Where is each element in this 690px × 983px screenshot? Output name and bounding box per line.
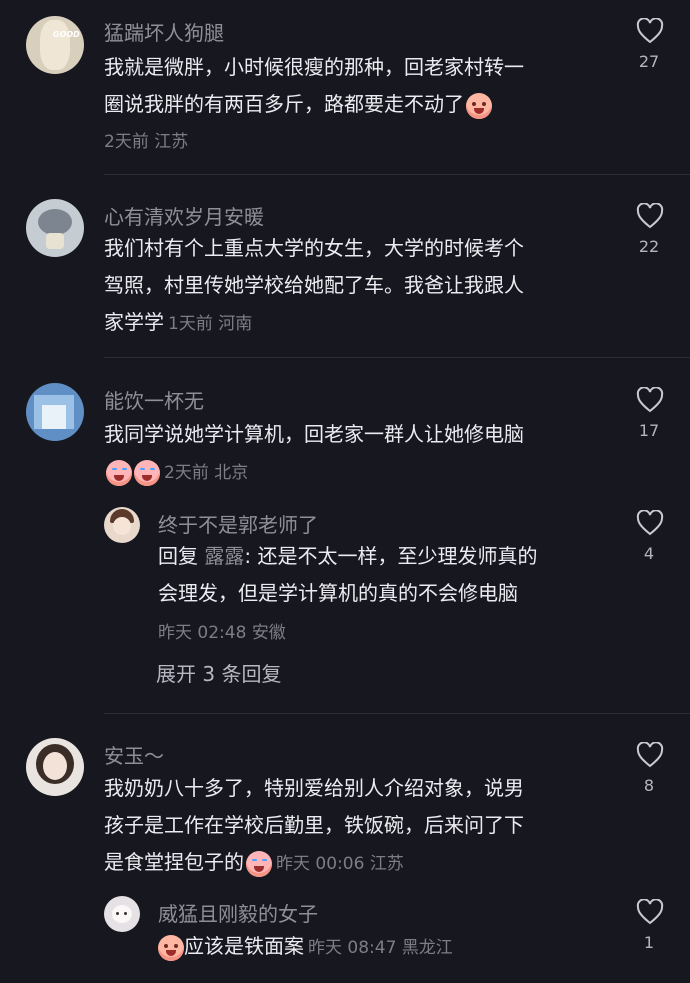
- like-button[interactable]: 8: [636, 742, 664, 795]
- like-button[interactable]: 17: [636, 387, 664, 440]
- divider: [104, 357, 690, 358]
- comment-username[interactable]: 能饮一杯无: [104, 385, 204, 414]
- expand-replies-button[interactable]: 展开 3 条回复: [156, 658, 281, 687]
- heart-outline-icon: [636, 899, 664, 925]
- avatar[interactable]: [104, 507, 140, 543]
- like-count: 22: [638, 237, 660, 256]
- comment-meta: 1天前 河南: [168, 314, 253, 334]
- comment-username[interactable]: 安玉～: [104, 740, 164, 769]
- avatar-badge: GOOD: [53, 30, 80, 39]
- avatar[interactable]: [104, 896, 140, 932]
- like-count: 1: [643, 933, 655, 952]
- reply-text: 应该是铁面案 昨天 08:47 黑龙江: [158, 928, 453, 967]
- emoji-icon: [466, 92, 492, 119]
- comment-username[interactable]: 心有清欢岁月安暖: [104, 201, 264, 230]
- reply-text: 回复 露露: 还是不太一样，至少理发师真的 会理发，但是学计算机的真的不会修电脑: [158, 544, 538, 605]
- heart-outline-icon: [636, 203, 664, 229]
- like-button[interactable]: 27: [636, 18, 664, 71]
- heart-outline-icon: [636, 387, 664, 413]
- avatar[interactable]: [26, 383, 84, 441]
- heart-outline-icon: [636, 510, 664, 536]
- divider: [104, 713, 690, 714]
- reply-to-user[interactable]: 露露: [204, 544, 244, 568]
- reply-username[interactable]: 威猛且刚毅的女子: [158, 898, 318, 927]
- like-count: 17: [638, 421, 660, 440]
- avatar[interactable]: [26, 738, 84, 796]
- like-count: 8: [643, 776, 655, 795]
- like-button[interactable]: 4: [636, 510, 664, 563]
- divider: [104, 174, 690, 175]
- avatar[interactable]: GOOD: [26, 16, 84, 74]
- comment-text: 我奶奶八十多了，特别爱给别人介绍对象，说男 孩子是工作在学校后勤里，铁饭碗，后来…: [104, 770, 524, 883]
- comment-meta: 昨天 00:06 江苏: [276, 854, 404, 874]
- like-button[interactable]: 1: [636, 899, 664, 952]
- comment-meta: 2天前 北京: [164, 463, 249, 483]
- crying-emoji-icon: [246, 850, 272, 877]
- reply-username[interactable]: 终于不是郭老师了: [158, 509, 318, 538]
- like-count: 27: [638, 52, 660, 71]
- heart-outline-icon: [636, 742, 664, 768]
- reply-meta: 昨天 08:47 黑龙江: [308, 938, 453, 958]
- comment-text: 我同学说她学计算机，回老家一群人让她修电脑 2天前 北京: [104, 416, 524, 492]
- heart-outline-icon: [636, 18, 664, 44]
- crying-emoji-icon: [134, 459, 160, 486]
- like-count: 4: [643, 544, 655, 563]
- crying-emoji-icon: [106, 459, 132, 486]
- avatar[interactable]: [26, 199, 84, 257]
- comment-meta: 2天前 江苏: [104, 132, 189, 152]
- comment-username[interactable]: 猛踹坏人狗腿: [104, 17, 224, 46]
- emoji-icon: [158, 934, 184, 961]
- reply-meta: 昨天 02:48 安徽: [158, 623, 286, 643]
- comment-text: 我们村有个上重点大学的女生，大学的时候考个 驾照，村里传她学校给她配了车。我爸让…: [104, 236, 524, 334]
- comment-text: 我就是微胖，小时候很瘦的那种，回老家村转一 圈说我胖的有两百多斤，路都要走不动了: [104, 49, 524, 123]
- like-button[interactable]: 22: [636, 203, 664, 256]
